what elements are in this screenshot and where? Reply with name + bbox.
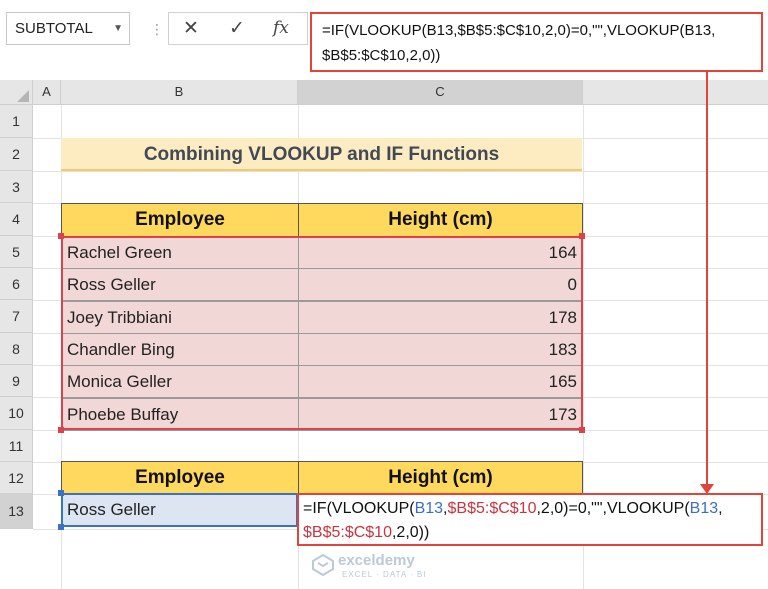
select-all-corner[interactable] bbox=[0, 80, 33, 105]
column-header-d[interactable] bbox=[583, 80, 768, 105]
exceldemy-logo-icon bbox=[312, 554, 334, 576]
formula-bar-input[interactable]: =IF(VLOOKUP(B13,$B$5:$C$10,2,0)=0,"",VLO… bbox=[310, 12, 763, 72]
formula-buttons: ✕ ✓ fx bbox=[168, 12, 308, 45]
fx-icon[interactable]: fx bbox=[273, 13, 289, 44]
row-header-1[interactable]: 1 bbox=[0, 105, 33, 138]
exceldemy-watermark: exceldemy EXCEL · DATA · BI bbox=[312, 550, 452, 582]
range-handle[interactable] bbox=[58, 427, 64, 433]
formula-ref-b13: B13 bbox=[689, 500, 719, 517]
formula-toolbar: SUBTOTAL ▼ ⋮ ✕ ✓ fx =IF(VLOOKUP(B13,$B$5… bbox=[0, 0, 768, 78]
lookup-range-highlight bbox=[61, 236, 583, 430]
watermark-brand: exceldemy bbox=[338, 552, 415, 569]
row-header-3[interactable]: 3 bbox=[0, 171, 33, 203]
formula-ref-b13: B13 bbox=[414, 500, 444, 517]
formula-line-1: =IF(VLOOKUP(B13,$B$5:$C$10,2,0)=0,"",VLO… bbox=[322, 22, 716, 39]
formula-line-2: $B$5:$C$10,2,0)) bbox=[322, 47, 441, 64]
row-header-7[interactable]: 7 bbox=[0, 300, 33, 333]
row-header-12[interactable]: 12 bbox=[0, 462, 33, 494]
close-icon[interactable]: ✕ bbox=[183, 13, 199, 44]
cell-formula-editor[interactable]: =IF(VLOOKUP(B13,$B$5:$C$10,2,0)=0,"",VLO… bbox=[297, 493, 763, 546]
sheet-title[interactable]: Combining VLOOKUP and IF Functions bbox=[61, 138, 582, 171]
range-handle[interactable] bbox=[579, 233, 585, 239]
row-header-2[interactable]: 2 bbox=[0, 138, 33, 171]
header-employee[interactable]: Employee bbox=[61, 203, 299, 237]
lookup-employee-value: Ross Geller bbox=[67, 500, 156, 519]
formula-text: ,2,0)=0,"",VLOOKUP( bbox=[536, 500, 690, 517]
column-header-a[interactable]: A bbox=[33, 80, 61, 105]
watermark-tagline: EXCEL · DATA · BI bbox=[342, 570, 427, 579]
range-handle[interactable] bbox=[58, 233, 64, 239]
header-height[interactable]: Height (cm) bbox=[298, 203, 583, 237]
formula-ref-range: $B$5:$C$10 bbox=[447, 500, 537, 517]
lookup-header-height[interactable]: Height (cm) bbox=[298, 461, 583, 494]
row-header-9[interactable]: 9 bbox=[0, 365, 33, 397]
callout-arrow-line bbox=[706, 72, 708, 487]
arrow-down-icon bbox=[700, 484, 714, 494]
formula-text: ,2,0)) bbox=[391, 524, 430, 541]
lookup-employee-cell[interactable]: Ross Geller bbox=[61, 493, 298, 527]
selection-handle[interactable] bbox=[58, 524, 64, 530]
formula-text: , bbox=[718, 500, 723, 517]
row-header-10[interactable]: 10 bbox=[0, 397, 33, 430]
column-header-b[interactable]: B bbox=[61, 80, 298, 105]
separator-dots-icon: ⋮ bbox=[150, 21, 164, 37]
row-header-4[interactable]: 4 bbox=[0, 203, 33, 236]
selection-handle[interactable] bbox=[58, 490, 64, 496]
lookup-header-employee[interactable]: Employee bbox=[61, 461, 299, 494]
row-header-8[interactable]: 8 bbox=[0, 333, 33, 365]
row-header-6[interactable]: 6 bbox=[0, 268, 33, 300]
row-header-5[interactable]: 5 bbox=[0, 236, 33, 268]
name-box[interactable]: SUBTOTAL ▼ bbox=[6, 12, 130, 45]
chevron-down-icon[interactable]: ▼ bbox=[113, 13, 123, 44]
row-header-13[interactable]: 13 bbox=[0, 494, 33, 529]
range-handle[interactable] bbox=[579, 427, 585, 433]
name-box-value: SUBTOTAL bbox=[15, 20, 93, 37]
formula-text: =IF(VLOOKUP( bbox=[303, 500, 415, 517]
formula-ref-range: $B$5:$C$10 bbox=[303, 524, 392, 541]
column-header-c[interactable]: C bbox=[298, 80, 583, 105]
check-icon[interactable]: ✓ bbox=[229, 13, 245, 44]
row-header-11[interactable]: 11 bbox=[0, 430, 33, 462]
